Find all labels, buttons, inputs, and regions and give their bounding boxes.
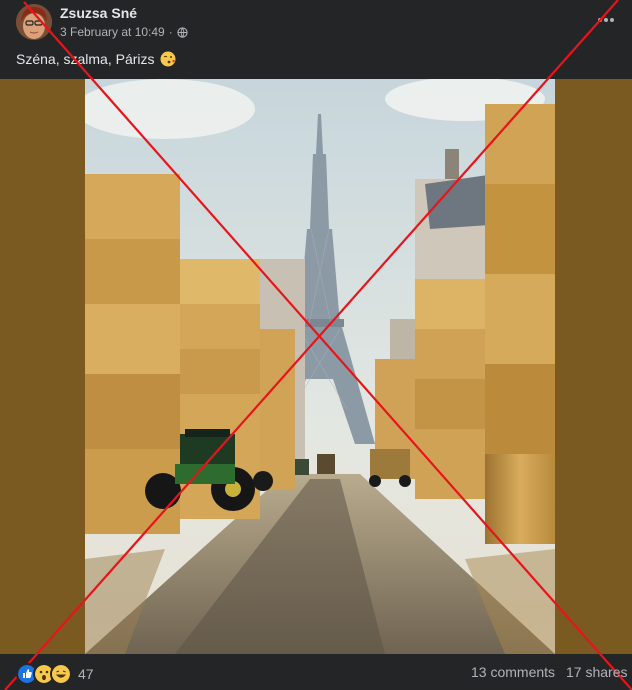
avatar[interactable] bbox=[16, 4, 52, 40]
globe-icon bbox=[177, 26, 188, 38]
post-timestamp[interactable]: 3 February at 10:49 bbox=[60, 25, 165, 39]
post-header: Zsuzsa Sné 3 February at 10:49 · bbox=[0, 0, 632, 46]
post-caption: Széna, szalma, Párizs bbox=[16, 51, 176, 67]
winking-kiss-emoji-icon bbox=[160, 51, 175, 67]
post-media[interactable] bbox=[0, 79, 632, 654]
post-photo-eiffel-hay-bales[interactable] bbox=[85, 79, 555, 654]
reaction-count[interactable]: 47 bbox=[78, 666, 94, 682]
post-meta: 3 February at 10:49 · bbox=[60, 25, 188, 39]
post-footer: 47 13 comments 17 shares bbox=[0, 654, 632, 690]
reaction-summary[interactable]: 47 bbox=[16, 663, 94, 685]
haha-reaction-icon bbox=[50, 663, 72, 685]
author-name[interactable]: Zsuzsa Sné bbox=[60, 5, 137, 21]
shares-count-link[interactable]: 17 shares bbox=[566, 664, 627, 680]
caption-text: Széna, szalma, Párizs bbox=[16, 51, 155, 67]
more-options-icon[interactable] bbox=[596, 10, 616, 30]
comments-count-link[interactable]: 13 comments bbox=[471, 664, 555, 680]
